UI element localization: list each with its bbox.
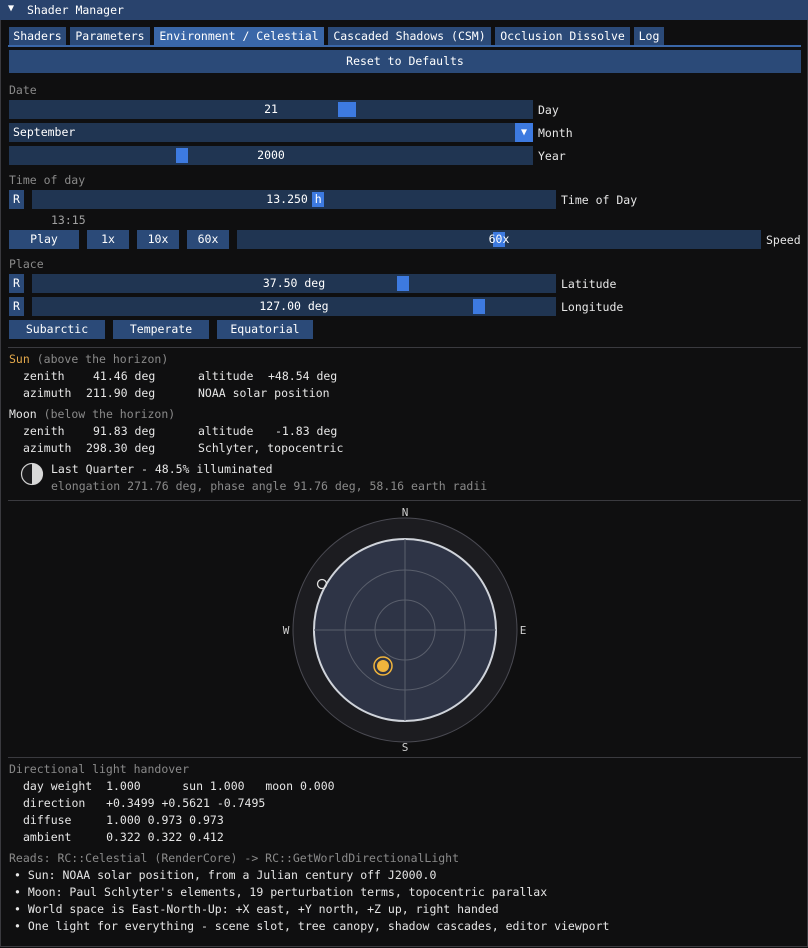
month-label: Month bbox=[538, 126, 573, 140]
longitude-label: Longitude bbox=[561, 300, 624, 314]
month-combo[interactable]: September ▼ bbox=[9, 123, 533, 142]
preset-subarctic-button[interactable]: Subarctic bbox=[9, 320, 105, 339]
speed-60x-button[interactable]: 60x bbox=[187, 230, 229, 249]
sun-azimuth-label: azimuth bbox=[23, 386, 72, 400]
sun-zenith-label: zenith bbox=[23, 369, 65, 383]
longitude-reset-button[interactable]: R bbox=[9, 297, 24, 316]
handover-diffuse: diffuse 1.000 0.973 0.973 bbox=[23, 813, 224, 827]
preset-temperate-button[interactable]: Temperate bbox=[113, 320, 209, 339]
separator bbox=[8, 500, 801, 501]
bullet-icon: • bbox=[14, 868, 21, 882]
preset-equatorial-button[interactable]: Equatorial bbox=[217, 320, 313, 339]
latitude-slider-grab[interactable] bbox=[397, 276, 409, 291]
latitude-reset-button[interactable]: R bbox=[9, 274, 24, 293]
bullet-icon: • bbox=[14, 902, 21, 916]
sun-altitude-label: altitude bbox=[198, 369, 254, 383]
handover-direction: direction +0.3499 +0.5621 -0.7495 bbox=[23, 796, 266, 810]
reset-defaults-button[interactable]: Reset to Defaults bbox=[9, 50, 801, 73]
compass-south: S bbox=[402, 741, 409, 754]
compass-north: N bbox=[402, 506, 409, 519]
day-slider[interactable]: 21 bbox=[9, 100, 533, 119]
compass-east: E bbox=[520, 624, 527, 637]
sun-altitude-value: +48.54 deg bbox=[268, 369, 338, 383]
speed-1x-button[interactable]: 1x bbox=[87, 230, 129, 249]
longitude-slider-grab[interactable] bbox=[473, 299, 485, 314]
speed-10x-button[interactable]: 10x bbox=[137, 230, 179, 249]
speed-label: Speed bbox=[766, 233, 801, 247]
sun-model: NOAA solar position bbox=[198, 386, 330, 400]
separator bbox=[8, 757, 801, 758]
time-reset-button[interactable]: R bbox=[9, 190, 24, 209]
list-item: • One light for everything - scene slot,… bbox=[14, 919, 610, 933]
moon-altitude-value: -1.83 deg bbox=[275, 424, 338, 438]
time-value: 13.250 h bbox=[266, 192, 322, 206]
sun-zenith-value: 41.46 deg bbox=[93, 369, 156, 383]
year-slider-grab[interactable] bbox=[176, 148, 188, 163]
moon-azimuth-label: azimuth bbox=[23, 441, 72, 455]
list-item: • Moon: Paul Schlyter's elements, 19 per… bbox=[14, 885, 548, 899]
latitude-value: 37.50 deg bbox=[262, 276, 326, 290]
time-section-label: Time of day bbox=[9, 173, 86, 187]
sun-name: Sun bbox=[9, 352, 30, 366]
time-of-day-slider[interactable]: 13.250 h bbox=[32, 190, 556, 209]
sky-compass: N S E W bbox=[283, 506, 527, 754]
window-title-bar[interactable]: ▼ Shader Manager bbox=[0, 0, 808, 20]
collapse-icon[interactable]: ▼ bbox=[8, 3, 14, 14]
day-value: 21 bbox=[264, 102, 278, 116]
moon-phase-text: Last Quarter - 48.5% illuminated bbox=[51, 462, 273, 476]
notes-list: • Sun: NOAA solar position, from a Julia… bbox=[14, 868, 609, 936]
longitude-slider[interactable]: 127.00 deg bbox=[32, 297, 556, 316]
moon-altitude-label: altitude bbox=[198, 424, 254, 438]
sun-marker bbox=[377, 660, 389, 672]
separator bbox=[8, 347, 801, 348]
tab-log[interactable]: Log bbox=[634, 27, 664, 45]
list-item: • Sun: NOAA solar position, from a Julia… bbox=[14, 868, 437, 882]
date-section-label: Date bbox=[9, 83, 37, 97]
list-item: • World space is East-North-Up: +X east,… bbox=[14, 902, 499, 916]
tab-underline bbox=[8, 45, 801, 47]
moon-zenith-label: zenith bbox=[23, 424, 65, 438]
sun-azimuth-value: 211.90 deg bbox=[86, 386, 156, 400]
sun-state: (above the horizon) bbox=[36, 352, 169, 366]
play-button[interactable]: Play bbox=[9, 230, 79, 249]
moon-name: Moon bbox=[9, 407, 37, 421]
bullet-icon: • bbox=[14, 919, 21, 933]
sun-heading: Sun (above the horizon) bbox=[9, 352, 168, 366]
day-label: Day bbox=[538, 103, 559, 117]
moon-zenith-value: 91.83 deg bbox=[93, 424, 156, 438]
moon-phase-detail: elongation 271.76 deg, phase angle 91.76… bbox=[51, 479, 488, 493]
place-section-label: Place bbox=[9, 257, 44, 271]
window-title: Shader Manager bbox=[27, 3, 124, 17]
time-of-day-label: Time of Day bbox=[561, 193, 638, 207]
tab-cascaded-shadows[interactable]: Cascaded Shadows (CSM) bbox=[328, 27, 491, 45]
latitude-slider[interactable]: 37.50 deg bbox=[32, 274, 556, 293]
speed-slider[interactable]: 60x bbox=[237, 230, 761, 249]
year-slider[interactable]: 2000 bbox=[9, 146, 533, 165]
latitude-label: Latitude bbox=[561, 277, 617, 291]
year-value: 2000 bbox=[257, 148, 285, 162]
moon-model: Schlyter, topocentric bbox=[198, 441, 344, 455]
tab-occlusion-dissolve[interactable]: Occlusion Dissolve bbox=[495, 27, 630, 45]
speed-value: 60x bbox=[488, 232, 510, 246]
handover-weights: day weight 1.000 sun 1.000 moon 0.000 bbox=[23, 779, 335, 793]
year-label: Year bbox=[538, 149, 566, 163]
tab-parameters[interactable]: Parameters bbox=[70, 27, 150, 45]
compass-west: W bbox=[283, 624, 290, 637]
tab-shaders[interactable]: Shaders bbox=[9, 27, 66, 45]
clock-readout: 13:15 bbox=[51, 213, 86, 227]
longitude-value: 127.00 deg bbox=[259, 299, 329, 313]
handover-section-label: Directional light handover bbox=[9, 762, 190, 776]
moon-heading: Moon (below the horizon) bbox=[9, 407, 175, 421]
month-value: September bbox=[13, 125, 76, 139]
tab-environment-celestial[interactable]: Environment / Celestial bbox=[154, 27, 324, 45]
moon-azimuth-value: 298.30 deg bbox=[86, 441, 156, 455]
combo-arrow-icon[interactable]: ▼ bbox=[515, 123, 533, 142]
day-slider-grab[interactable] bbox=[338, 102, 356, 117]
handover-ambient: ambient 0.322 0.322 0.412 bbox=[23, 830, 224, 844]
reads-note: Reads: RC::Celestial (RenderCore) -> RC:… bbox=[9, 851, 460, 865]
moon-state: (below the horizon) bbox=[43, 407, 176, 421]
bullet-icon: • bbox=[14, 885, 21, 899]
moon-phase-icon bbox=[20, 462, 44, 486]
